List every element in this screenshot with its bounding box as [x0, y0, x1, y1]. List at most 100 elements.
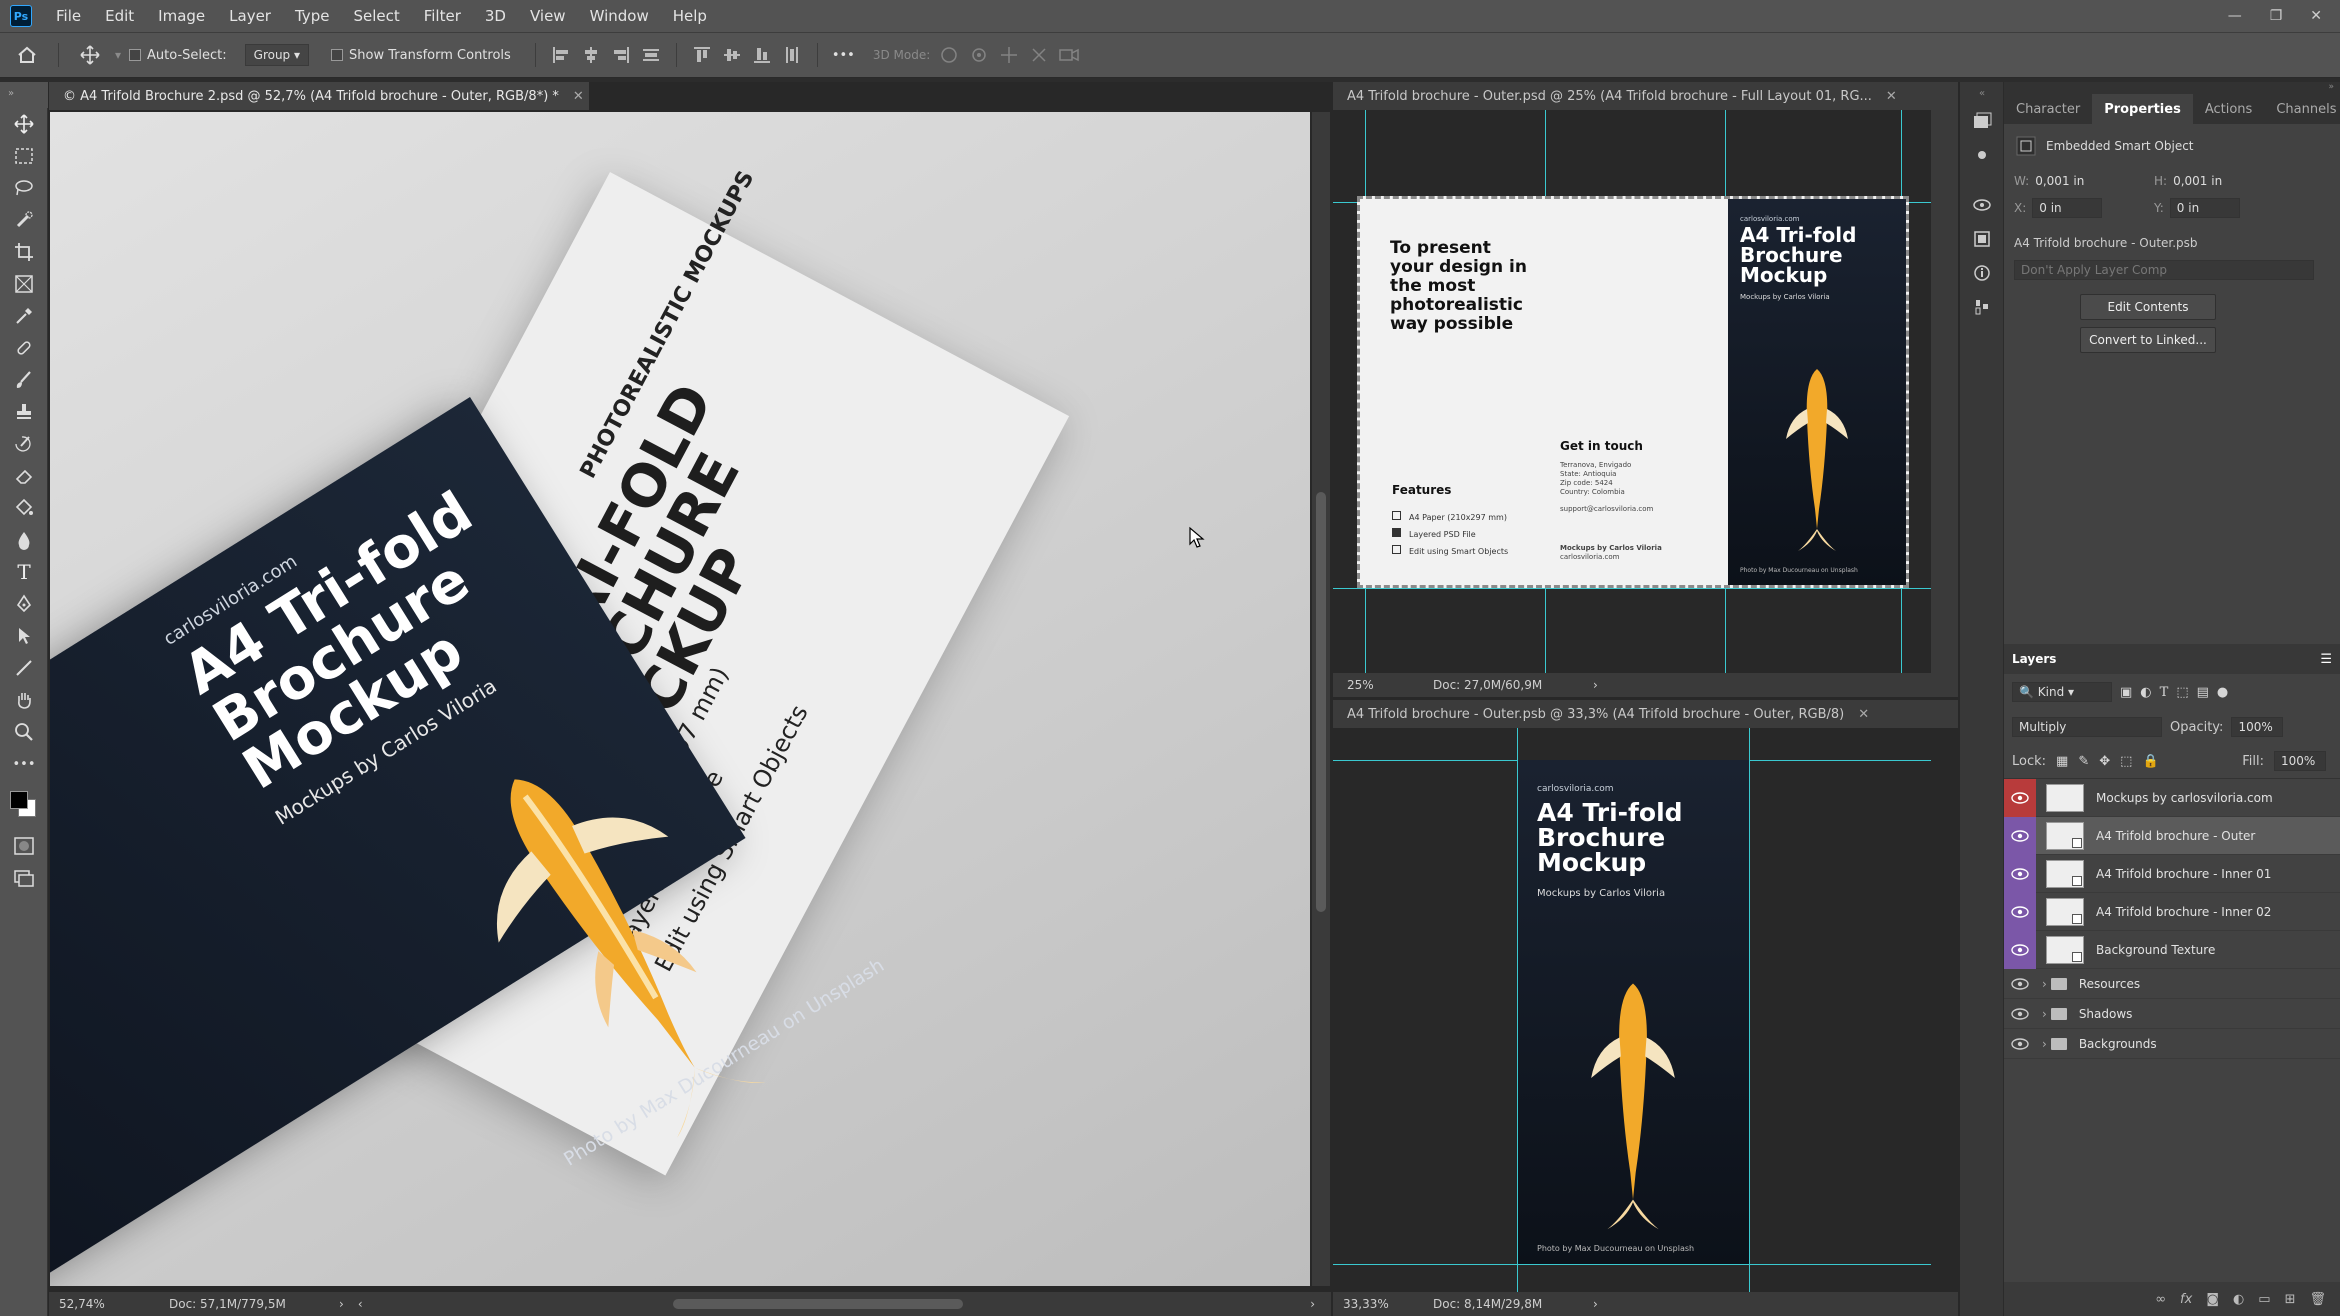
3d-panel-icon[interactable] [1960, 188, 2004, 222]
menu-type[interactable]: Type [283, 7, 341, 25]
auto-select-checkbox[interactable]: Auto-Select: [129, 48, 227, 63]
expand-chevron-icon[interactable]: › [2042, 1007, 2047, 1021]
expand-chevron-icon[interactable]: › [2042, 1037, 2047, 1051]
brush-settings-icon[interactable] [1960, 138, 2004, 172]
menu-layer[interactable]: Layer [217, 7, 283, 25]
height-value[interactable]: 0,001 in [2173, 174, 2222, 188]
path-selection-tool-icon[interactable] [0, 620, 48, 652]
status-arrow-icon[interactable]: › [1593, 678, 1598, 692]
move-tool-icon[interactable] [0, 108, 48, 140]
color-swatches-icon[interactable] [0, 780, 48, 830]
eyedropper-tool-icon[interactable] [0, 300, 48, 332]
layer-row[interactable]: Mockups by carlosviloria.com [2004, 778, 2340, 817]
layer-row-selected[interactable]: A4 Trifold brochure - Outer [2004, 816, 2340, 855]
visibility-eye-icon[interactable] [2004, 892, 2036, 931]
brush-tool-icon[interactable] [0, 364, 48, 396]
new-layer-icon[interactable]: ⊞ [2285, 1292, 2296, 1307]
outer-psd-scrollbar[interactable] [1931, 110, 1958, 673]
pan-3d-icon[interactable] [998, 44, 1020, 66]
panel-collapse-icon[interactable]: » [2004, 82, 2340, 94]
more-tools-icon[interactable]: ••• [0, 748, 48, 780]
lock-artboard-icon[interactable]: ⬚ [2120, 754, 2132, 769]
home-icon[interactable] [10, 40, 44, 70]
visibility-eye-icon[interactable] [2004, 854, 2036, 893]
lasso-tool-icon[interactable] [0, 172, 48, 204]
slide-3d-icon[interactable] [1028, 44, 1050, 66]
outer-psd-canvas[interactable]: To present your design in the most photo… [1333, 110, 1931, 673]
adjustments-icon[interactable] [1960, 290, 2004, 324]
filter-shape-icon[interactable]: ⬚ [2176, 685, 2188, 700]
close-icon[interactable]: ✕ [2310, 8, 2322, 24]
camera-3d-icon[interactable] [1058, 44, 1080, 66]
visibility-eye-icon[interactable] [2004, 969, 2036, 999]
x-position-field[interactable]: 0 in [2032, 198, 2103, 218]
distribute-vertical-icon[interactable] [781, 44, 803, 66]
visibility-eye-icon[interactable] [2004, 930, 2036, 969]
align-center-icon[interactable] [580, 44, 602, 66]
close-tab-icon[interactable]: ✕ [1858, 707, 1869, 722]
outer-psd-tab[interactable]: A4 Trifold brochure - Outer.psd @ 25% (A… [1333, 82, 1958, 110]
tab-properties[interactable]: Properties [2092, 94, 2193, 124]
layer-row[interactable]: Background Texture [2004, 930, 2340, 969]
align-left-icon[interactable] [550, 44, 572, 66]
align-right-icon[interactable] [610, 44, 632, 66]
blur-tool-icon[interactable] [0, 524, 48, 556]
roll-3d-icon[interactable] [968, 44, 990, 66]
minimize-icon[interactable]: — [2228, 8, 2242, 24]
crop-tool-icon[interactable] [0, 236, 48, 268]
edit-contents-button[interactable]: Edit Contents [2080, 294, 2216, 320]
tab-character[interactable]: Character [2004, 94, 2092, 124]
lock-pixels-icon[interactable]: ✎ [2078, 754, 2089, 769]
filter-toggle-icon[interactable]: ● [2217, 685, 2228, 700]
frame-tool-icon[interactable] [0, 268, 48, 300]
convert-to-linked-button[interactable]: Convert to Linked... [2080, 327, 2216, 353]
status-arrow-icon[interactable]: › [1593, 1297, 1598, 1311]
hand-tool-icon[interactable] [0, 684, 48, 716]
filter-smart-object-icon[interactable]: ▤ [2197, 685, 2209, 700]
outer-psb-zoom[interactable]: 33,33% [1343, 1297, 1433, 1311]
outer-psd-zoom[interactable]: 25% [1347, 678, 1433, 692]
align-top-icon[interactable] [691, 44, 713, 66]
auto-select-dropdown[interactable]: Group ▾ [244, 44, 310, 66]
add-mask-icon[interactable]: ◙ [2206, 1292, 2219, 1307]
visibility-eye-icon[interactable] [2004, 778, 2036, 817]
lock-all-icon[interactable]: 🔒 [2142, 754, 2158, 769]
outer-psb-canvas[interactable]: carlosviloria.com A4 Tri-fold Brochure M… [1333, 728, 1931, 1292]
eraser-tool-icon[interactable] [0, 460, 48, 492]
link-layers-icon[interactable]: ∞ [2155, 1292, 2166, 1307]
layer-comp-dropdown[interactable]: Don't Apply Layer Comp [2014, 260, 2314, 280]
quick-selection-tool-icon[interactable] [0, 204, 48, 236]
paint-bucket-tool-icon[interactable] [0, 492, 48, 524]
more-options-button[interactable]: ••• [832, 48, 855, 63]
libraries-icon[interactable] [1960, 222, 2004, 256]
type-tool-icon[interactable]: T [0, 556, 48, 588]
menu-filter[interactable]: Filter [412, 7, 473, 25]
layer-group-row[interactable]: › Shadows [2004, 999, 2340, 1029]
menu-help[interactable]: Help [661, 7, 719, 25]
layer-row[interactable]: A4 Trifold brochure - Inner 01 [2004, 854, 2340, 893]
layer-row[interactable]: A4 Trifold brochure - Inner 02 [2004, 892, 2340, 931]
main-canvas[interactable]: PHOTOREALISTIC MOCKUPS A4 TRI-FOLD BROCH… [50, 112, 1310, 1286]
scroll-right-icon[interactable]: › [1310, 1297, 1315, 1311]
close-tab-icon[interactable]: ✕ [573, 89, 584, 104]
main-scroll-thumb[interactable] [1316, 492, 1326, 912]
new-group-icon[interactable]: ▭ [2258, 1292, 2270, 1307]
layer-group-row[interactable]: › Resources [2004, 969, 2340, 999]
menu-file[interactable]: File [44, 7, 93, 25]
visibility-eye-icon[interactable] [2004, 999, 2036, 1029]
history-brush-tool-icon[interactable] [0, 428, 48, 460]
pen-tool-icon[interactable] [0, 588, 48, 620]
status-arrow-icon[interactable]: › [339, 1297, 344, 1311]
lock-position-icon[interactable]: ✥ [2099, 754, 2110, 769]
screen-mode-icon[interactable] [0, 862, 48, 894]
menu-select[interactable]: Select [341, 7, 411, 25]
filter-adjustment-icon[interactable]: ◐ [2140, 685, 2151, 700]
main-zoom-level[interactable]: 52,74% [59, 1297, 149, 1311]
scroll-left-icon[interactable]: ‹ [358, 1297, 363, 1311]
menu-3d[interactable]: 3D [473, 7, 518, 25]
kind-filter-dropdown[interactable]: 🔍 Kind ▾ [2012, 682, 2112, 702]
width-value[interactable]: 0,001 in [2035, 174, 2084, 188]
layer-style-icon[interactable]: fx [2180, 1292, 2192, 1307]
move-tool-preset-icon[interactable] [73, 40, 107, 70]
expand-chevron-icon[interactable]: › [2042, 977, 2047, 991]
